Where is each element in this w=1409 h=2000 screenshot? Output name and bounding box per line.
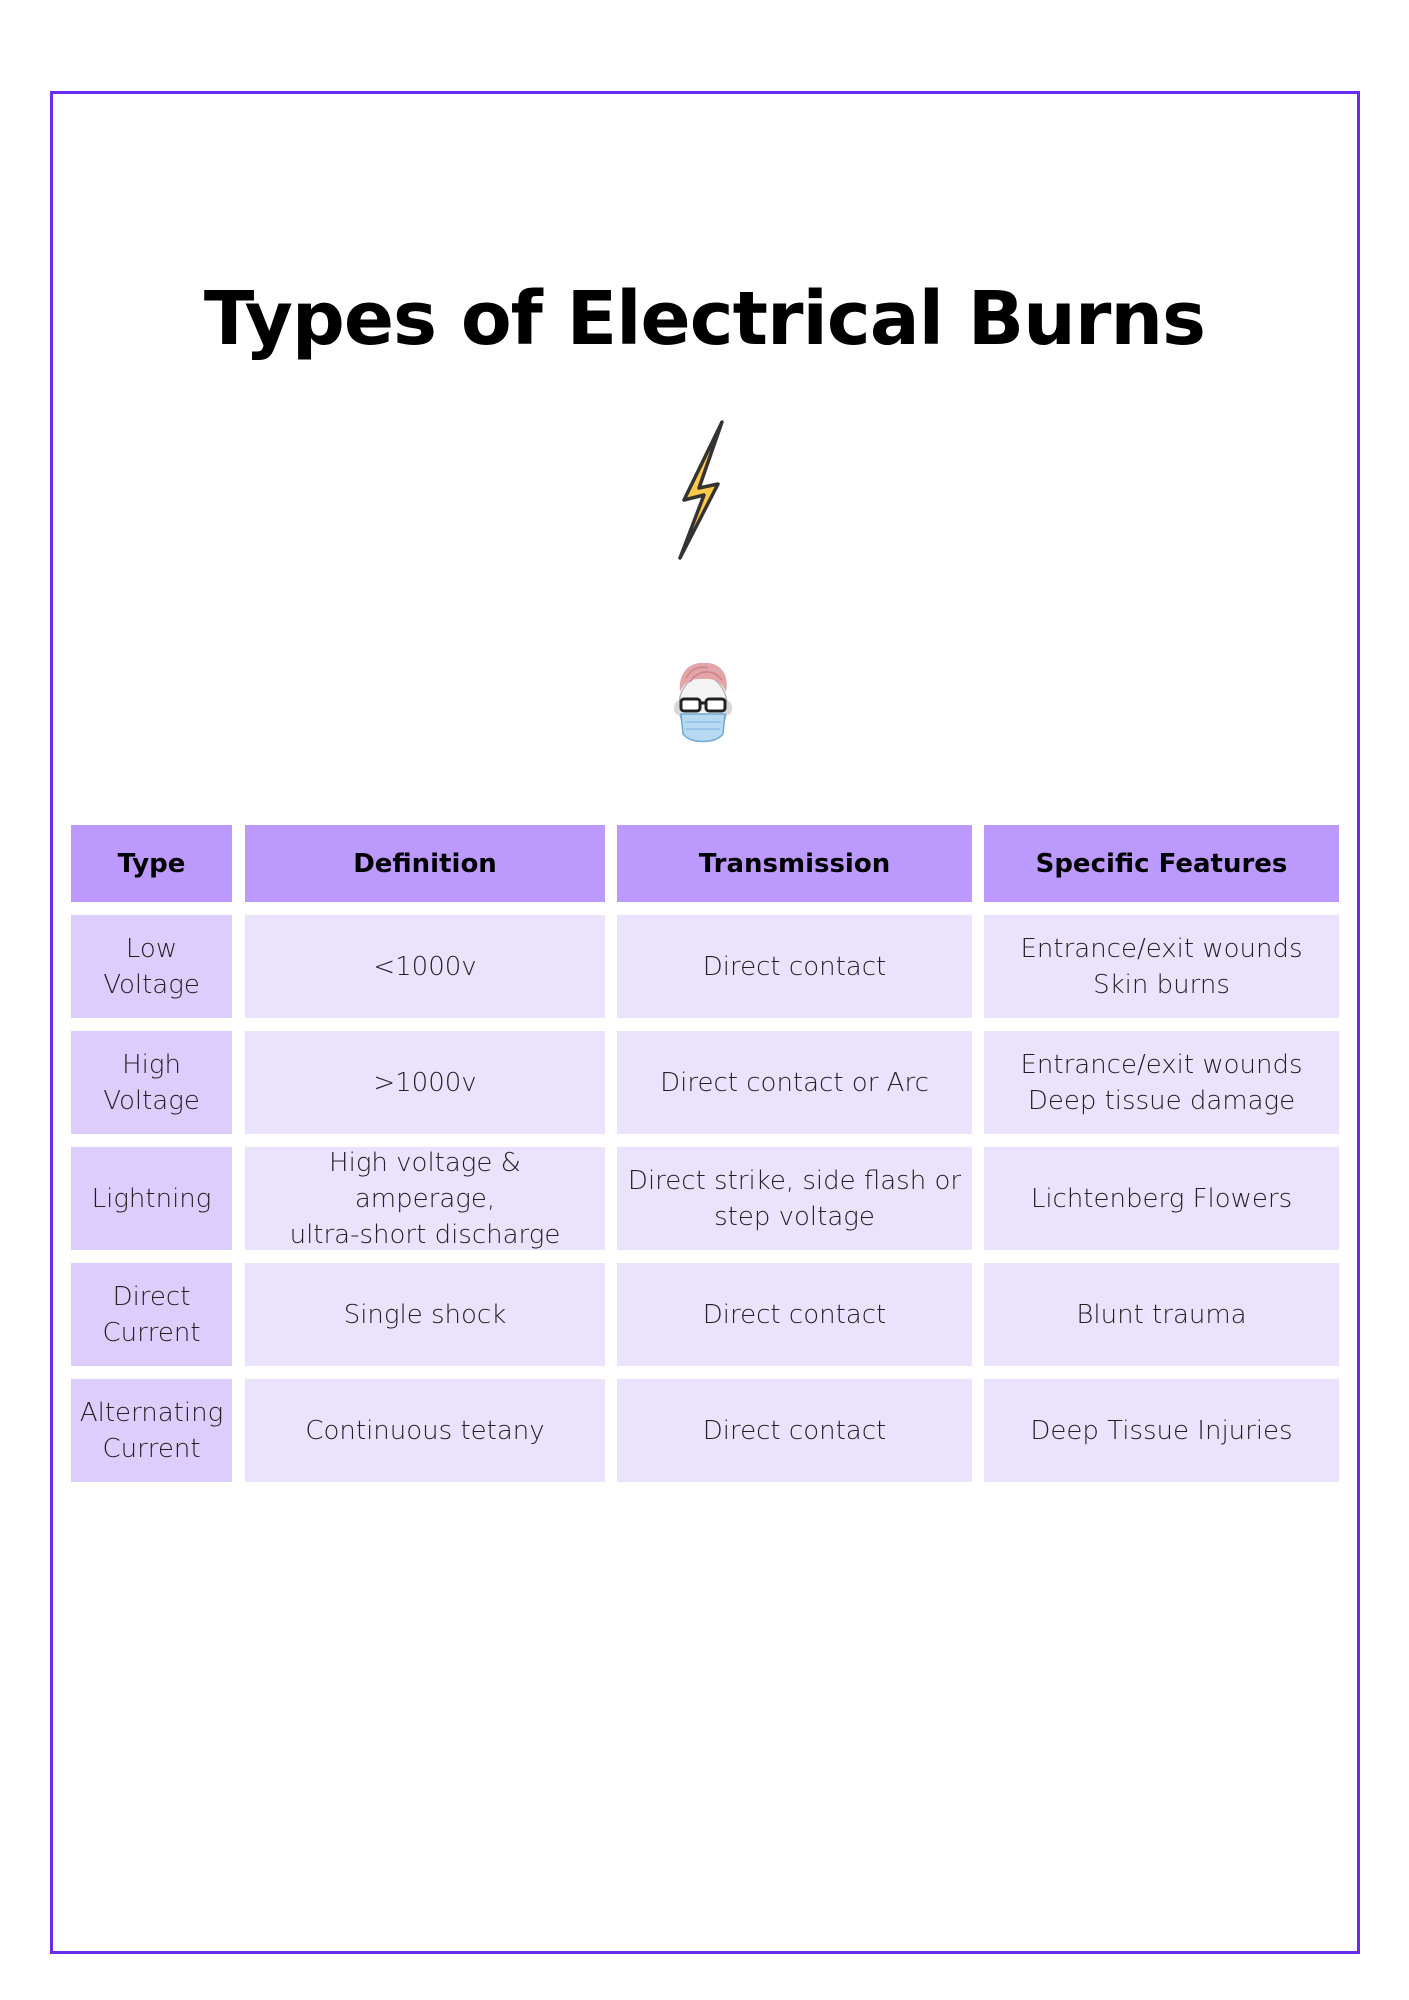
row-alternating-current-definition: Continuous tetany <box>245 1379 605 1482</box>
row-lightning-transmission: Direct strike, side flash or step voltag… <box>617 1147 972 1250</box>
row-direct-current-transmission: Direct contact <box>617 1263 972 1366</box>
row-high-voltage-transmission: Direct contact or Arc <box>617 1031 972 1134</box>
row-high-voltage-type: High Voltage <box>71 1031 232 1134</box>
header-definition: Definition <box>245 825 605 902</box>
row-lightning-features: Lichtenberg Flowers <box>984 1147 1339 1250</box>
row-high-voltage-definition: >1000v <box>245 1031 605 1134</box>
page-title: Types of Electrical Burns <box>203 276 1206 362</box>
row-alternating-current-features: Deep Tissue Injuries <box>984 1379 1339 1482</box>
row-low-voltage-features: Entrance/exit wounds Skin burns <box>984 915 1339 1018</box>
row-alternating-current-transmission: Direct contact <box>617 1379 972 1482</box>
row-direct-current-features: Blunt trauma <box>984 1263 1339 1366</box>
row-lightning-type: Lightning <box>71 1147 232 1250</box>
header-type: Type <box>71 825 232 902</box>
row-low-voltage-definition: <1000v <box>245 915 605 1018</box>
doctor-with-mask-icon <box>674 662 732 743</box>
row-low-voltage-transmission: Direct contact <box>617 915 972 1018</box>
row-high-voltage-features: Entrance/exit wounds Deep tissue damage <box>984 1031 1339 1134</box>
row-lightning-definition: High voltage & amperage, ultra-short dis… <box>245 1147 605 1250</box>
row-direct-current-definition: Single shock <box>245 1263 605 1366</box>
header-transmission: Transmission <box>617 825 972 902</box>
page-frame <box>50 91 1360 1954</box>
row-alternating-current-type: Alternating Current <box>71 1379 232 1482</box>
header-specific-features: Specific Features <box>984 825 1339 902</box>
row-low-voltage-type: Low Voltage <box>71 915 232 1018</box>
row-direct-current-type: Direct Current <box>71 1263 232 1366</box>
lightning-bolt-icon <box>678 420 724 560</box>
